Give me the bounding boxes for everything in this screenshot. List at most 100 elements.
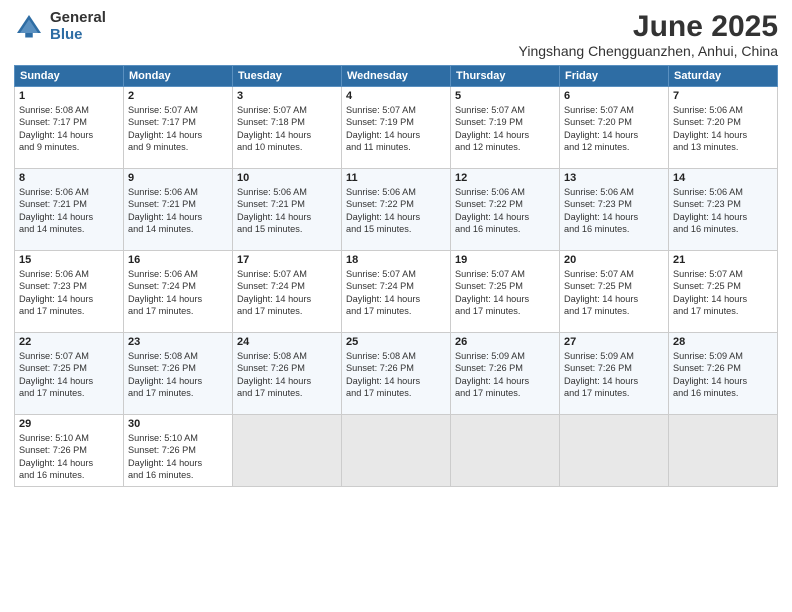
day-info: Sunrise: 5:07 AMSunset: 7:25 PMDaylight:… — [564, 268, 664, 318]
day-number: 24 — [237, 336, 337, 348]
day-info: Sunrise: 5:07 AMSunset: 7:25 PMDaylight:… — [19, 350, 119, 400]
day-number: 28 — [673, 336, 773, 348]
day-number: 26 — [455, 336, 555, 348]
day-info: Sunrise: 5:06 AMSunset: 7:23 PMDaylight:… — [19, 268, 119, 318]
table-row: 22 Sunrise: 5:07 AMSunset: 7:25 PMDayligh… — [15, 333, 124, 415]
day-number: 22 — [19, 336, 119, 348]
logo-general-text: General — [50, 10, 106, 27]
calendar-table: Sunday Monday Tuesday Wednesday Thursday… — [14, 65, 778, 487]
day-info: Sunrise: 5:06 AMSunset: 7:21 PMDaylight:… — [19, 186, 119, 236]
day-number: 21 — [673, 254, 773, 266]
table-row: 15Sunrise: 5:06 AMSunset: 7:23 PMDayligh… — [15, 251, 124, 333]
header: General Blue June 2025 Yingshang Chenggu… — [14, 10, 778, 59]
table-row: 16 Sunrise: 5:06 AMSunset: 7:24 PMDayligh… — [124, 251, 233, 333]
day-number: 2 — [128, 90, 228, 102]
table-row — [560, 415, 669, 487]
day-info: Sunrise: 5:06 AMSunset: 7:21 PMDaylight:… — [128, 186, 228, 236]
col-wednesday: Wednesday — [342, 66, 451, 87]
day-number: 7 — [673, 90, 773, 102]
table-row: 13 Sunrise: 5:06 AMSunset: 7:23 PMDayligh… — [560, 169, 669, 251]
day-info: Sunrise: 5:07 AMSunset: 7:25 PMDaylight:… — [455, 268, 555, 318]
day-info: Sunrise: 5:07 AMSunset: 7:19 PMDaylight:… — [455, 104, 555, 154]
table-row: 25 Sunrise: 5:08 AMSunset: 7:26 PMDayligh… — [342, 333, 451, 415]
table-row — [342, 415, 451, 487]
day-info: Sunrise: 5:06 AMSunset: 7:24 PMDaylight:… — [128, 268, 228, 318]
day-number: 3 — [237, 90, 337, 102]
day-info: Sunrise: 5:09 AMSunset: 7:26 PMDaylight:… — [455, 350, 555, 400]
day-info: Sunrise: 5:06 AMSunset: 7:23 PMDaylight:… — [673, 186, 773, 236]
table-row: 4Sunrise: 5:07 AMSunset: 7:19 PMDaylight… — [342, 87, 451, 169]
day-number: 20 — [564, 254, 664, 266]
day-info: Sunrise: 5:07 AMSunset: 7:20 PMDaylight:… — [564, 104, 664, 154]
col-friday: Friday — [560, 66, 669, 87]
table-row: 3 Sunrise: 5:07 AMSunset: 7:18 PMDaylight… — [233, 87, 342, 169]
day-info: Sunrise: 5:07 AMSunset: 7:24 PMDaylight:… — [346, 268, 446, 318]
col-saturday: Saturday — [669, 66, 778, 87]
day-info: Sunrise: 5:06 AMSunset: 7:22 PMDaylight:… — [455, 186, 555, 236]
day-info: Sunrise: 5:08 AMSunset: 7:26 PMDaylight:… — [237, 350, 337, 400]
day-number: 16 — [128, 254, 228, 266]
calendar-subtitle: Yingshang Chengguanzhen, Anhui, China — [519, 43, 778, 59]
table-row: 19 Sunrise: 5:07 AMSunset: 7:25 PMDayligh… — [451, 251, 560, 333]
page: General Blue June 2025 Yingshang Chenggu… — [0, 0, 792, 612]
table-row: 2 Sunrise: 5:07 AMSunset: 7:17 PMDaylight… — [124, 87, 233, 169]
logo-icon — [14, 12, 44, 42]
day-info: Sunrise: 5:06 AMSunset: 7:23 PMDaylight:… — [564, 186, 664, 236]
table-row: 18Sunrise: 5:07 AMSunset: 7:24 PMDayligh… — [342, 251, 451, 333]
day-number: 4 — [346, 90, 446, 102]
col-sunday: Sunday — [15, 66, 124, 87]
table-row — [451, 415, 560, 487]
day-number: 13 — [564, 172, 664, 184]
day-info: Sunrise: 5:08 AMSunset: 7:17 PMDaylight:… — [19, 104, 119, 154]
logo: General Blue — [14, 10, 106, 43]
day-info: Sunrise: 5:10 AMSunset: 7:26 PMDaylight:… — [19, 432, 119, 482]
table-row: 24 Sunrise: 5:08 AMSunset: 7:26 PMDayligh… — [233, 333, 342, 415]
day-number: 14 — [673, 172, 773, 184]
day-info: Sunrise: 5:06 AMSunset: 7:20 PMDaylight:… — [673, 104, 773, 154]
day-number: 23 — [128, 336, 228, 348]
table-row: 21 Sunrise: 5:07 AMSunset: 7:25 PMDayligh… — [669, 251, 778, 333]
calendar-title: June 2025 — [519, 10, 778, 43]
day-number: 27 — [564, 336, 664, 348]
table-row: 5 Sunrise: 5:07 AMSunset: 7:19 PMDaylight… — [451, 87, 560, 169]
day-info: Sunrise: 5:07 AMSunset: 7:18 PMDaylight:… — [237, 104, 337, 154]
day-info: Sunrise: 5:09 AMSunset: 7:26 PMDaylight:… — [564, 350, 664, 400]
table-row: 12 Sunrise: 5:06 AMSunset: 7:22 PMDayligh… — [451, 169, 560, 251]
day-info: Sunrise: 5:10 AMSunset: 7:26 PMDaylight:… — [128, 432, 228, 482]
calendar-header-row: Sunday Monday Tuesday Wednesday Thursday… — [15, 66, 778, 87]
day-number: 8 — [19, 172, 119, 184]
day-number: 29 — [19, 418, 119, 430]
table-row: 28 Sunrise: 5:09 AMSunset: 7:26 PMDayligh… — [669, 333, 778, 415]
day-number: 17 — [237, 254, 337, 266]
col-thursday: Thursday — [451, 66, 560, 87]
table-row: 30 Sunrise: 5:10 AMSunset: 7:26 PMDayligh… — [124, 415, 233, 487]
table-row: 10 Sunrise: 5:06 AMSunset: 7:21 PMDayligh… — [233, 169, 342, 251]
day-info: Sunrise: 5:08 AMSunset: 7:26 PMDaylight:… — [346, 350, 446, 400]
day-info: Sunrise: 5:08 AMSunset: 7:26 PMDaylight:… — [128, 350, 228, 400]
table-row — [669, 415, 778, 487]
table-row: 7 Sunrise: 5:06 AMSunset: 7:20 PMDaylight… — [669, 87, 778, 169]
day-info: Sunrise: 5:07 AMSunset: 7:17 PMDaylight:… — [128, 104, 228, 154]
day-number: 30 — [128, 418, 228, 430]
logo-text: General Blue — [50, 10, 106, 43]
table-row: 11Sunrise: 5:06 AMSunset: 7:22 PMDayligh… — [342, 169, 451, 251]
day-number: 19 — [455, 254, 555, 266]
table-row — [233, 415, 342, 487]
day-number: 25 — [346, 336, 446, 348]
table-row: 1 Sunrise: 5:08 AMSunset: 7:17 PMDaylight… — [15, 87, 124, 169]
col-tuesday: Tuesday — [233, 66, 342, 87]
day-number: 12 — [455, 172, 555, 184]
day-number: 5 — [455, 90, 555, 102]
day-number: 10 — [237, 172, 337, 184]
col-monday: Monday — [124, 66, 233, 87]
day-info: Sunrise: 5:06 AMSunset: 7:22 PMDaylight:… — [346, 186, 446, 236]
table-row: 14 Sunrise: 5:06 AMSunset: 7:23 PMDayligh… — [669, 169, 778, 251]
day-number: 1 — [19, 90, 119, 102]
logo-blue-text: Blue — [50, 27, 106, 44]
table-row: 27 Sunrise: 5:09 AMSunset: 7:26 PMDayligh… — [560, 333, 669, 415]
day-info: Sunrise: 5:07 AMSunset: 7:25 PMDaylight:… — [673, 268, 773, 318]
table-row: 26 Sunrise: 5:09 AMSunset: 7:26 PMDayligh… — [451, 333, 560, 415]
day-info: Sunrise: 5:06 AMSunset: 7:21 PMDaylight:… — [237, 186, 337, 236]
table-row: 9Sunrise: 5:06 AMSunset: 7:21 PMDaylight… — [124, 169, 233, 251]
day-info: Sunrise: 5:09 AMSunset: 7:26 PMDaylight:… — [673, 350, 773, 400]
